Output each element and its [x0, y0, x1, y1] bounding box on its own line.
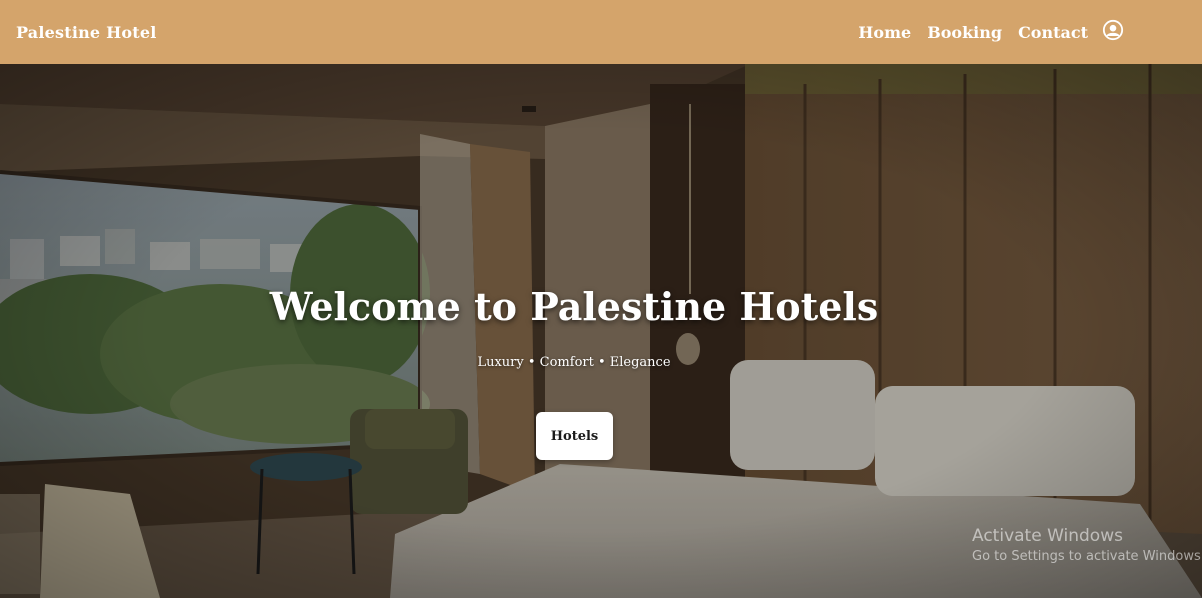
user-circle-icon[interactable] [1102, 19, 1124, 41]
watermark-subtitle: Go to Settings to activate Windows. [972, 549, 1202, 564]
brand-logo[interactable]: Palestine Hotel [16, 23, 157, 42]
watermark-title: Activate Windows [972, 526, 1123, 546]
navbar: Palestine Hotel Home Booking Contact [0, 0, 1202, 64]
nav-link-booking[interactable]: Booking [927, 23, 1002, 42]
hotels-button[interactable]: Hotels [536, 412, 613, 460]
hero-section: Welcome to Palestine Hotels Luxury • Com… [0, 64, 1202, 598]
nav-link-home[interactable]: Home [858, 23, 911, 42]
hero-tagline: Luxury • Comfort • Elegance [477, 355, 671, 370]
hero-content: Welcome to Palestine Hotels Luxury • Com… [0, 64, 1202, 598]
nav-links: Home Booking Contact [858, 19, 1124, 42]
nav-link-contact[interactable]: Contact [1018, 23, 1088, 42]
activate-windows-watermark: Activate Windows Go to Settings to activ… [972, 526, 1202, 564]
hero-title: Welcome to Palestine Hotels [269, 284, 879, 329]
